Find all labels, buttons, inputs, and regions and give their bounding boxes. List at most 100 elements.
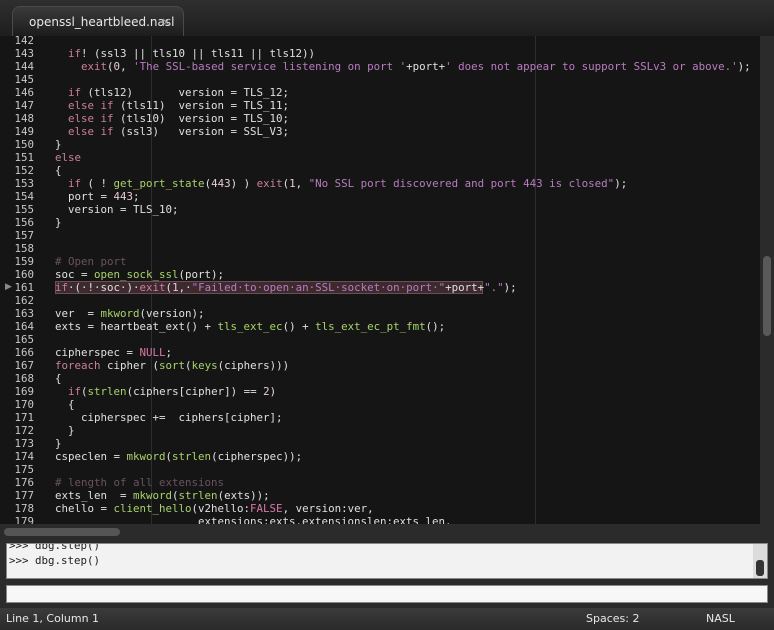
code-token: (); bbox=[425, 320, 446, 333]
line-number: 171 bbox=[14, 411, 34, 424]
line-number: 177 bbox=[14, 489, 34, 502]
line-number: 157 bbox=[14, 229, 34, 242]
code-token: exit bbox=[81, 60, 108, 73]
code-line[interactable]: else if (tls10) version = TLS_10; bbox=[55, 112, 289, 125]
code-token: "Failed·to·open·an·SSL·socket·on·port·" bbox=[191, 281, 446, 294]
code-line[interactable]: cspeclen = mkword(strlen(cipherspec)); bbox=[55, 450, 302, 463]
code-line[interactable]: exts = heartbeat_ext() + tls_ext_ec() + … bbox=[55, 320, 445, 333]
tab-file[interactable]: openssl_heartbleed.nasl × bbox=[12, 6, 184, 36]
code-line[interactable]: extensions:exts,extensionslen:exts_len, bbox=[55, 515, 452, 524]
code-token: ); bbox=[503, 281, 517, 294]
code-line[interactable]: } bbox=[55, 216, 62, 229]
code-token: keys bbox=[191, 359, 218, 372]
code-line[interactable]: } bbox=[55, 424, 75, 437]
code-line[interactable]: port = 443; bbox=[55, 190, 140, 203]
code-line[interactable]: exts_len = mkword(strlen(exts)); bbox=[55, 489, 270, 502]
code-token: } bbox=[55, 138, 62, 151]
code-token: ver = bbox=[55, 307, 101, 320]
code-token: if bbox=[55, 47, 82, 60]
indentation-setting[interactable]: Spaces: 2 bbox=[586, 608, 639, 630]
code-token: () + bbox=[282, 320, 316, 333]
code-line[interactable]: else if (tls11) version = TLS_11; bbox=[55, 99, 289, 112]
line-number: 148 bbox=[14, 112, 34, 125]
code-token: () + bbox=[185, 320, 218, 333]
code-line[interactable]: else bbox=[55, 151, 81, 164]
line-number: 173 bbox=[14, 437, 34, 450]
close-icon[interactable]: × bbox=[161, 7, 171, 37]
code-token: strlen bbox=[172, 450, 212, 463]
code-line[interactable]: if(strlen(ciphers[cipher]) == 2) bbox=[55, 385, 276, 398]
code-line[interactable]: if ( ! get_port_state(443) ) exit(1, "No… bbox=[55, 177, 627, 190]
code-token: (exts)); bbox=[217, 489, 270, 502]
code-token: ' does not appear to support SSLv3 or ab… bbox=[445, 60, 738, 73]
code-token: ; bbox=[133, 190, 140, 203]
code-token: else if bbox=[68, 125, 114, 138]
code-line[interactable]: exit(0, 'The SSL-based service listening… bbox=[55, 60, 751, 73]
code-line[interactable]: ver = mkword(version); bbox=[55, 307, 205, 320]
code-line[interactable]: cipherspec += ciphers[cipher]; bbox=[55, 411, 283, 424]
line-number: 156 bbox=[14, 216, 34, 229]
code-token: NULL bbox=[139, 346, 166, 359]
line-number: 167 bbox=[14, 359, 34, 372]
current-line-marker-icon: ▶ bbox=[5, 282, 12, 292]
line-number: 146 bbox=[14, 86, 34, 99]
code-line[interactable]: foreach cipher (sort(keys(ciphers))) bbox=[55, 359, 289, 372]
code-token: } bbox=[55, 437, 62, 450]
code-line[interactable]: if·(·!·soc·)·exit(1,·"Failed·to·open·an·… bbox=[55, 281, 517, 294]
line-number: 143 bbox=[14, 47, 34, 60]
code-token: (ciphers))) bbox=[217, 359, 290, 372]
line-number: 159 bbox=[14, 255, 34, 268]
code-token: if bbox=[68, 385, 82, 398]
console-scroll-thumb[interactable] bbox=[756, 560, 764, 576]
code-token: , bbox=[120, 60, 134, 73]
code-token: (ciphers[cipher]) == bbox=[126, 385, 264, 398]
code-line[interactable]: else if (ssl3) version = SSL_V3; bbox=[55, 125, 289, 138]
code-token: (cipherspec)); bbox=[211, 450, 303, 463]
code-line[interactable]: { bbox=[55, 398, 75, 411]
code-line[interactable]: version = TLS_10; bbox=[55, 203, 179, 216]
line-number: 162 bbox=[14, 294, 34, 307]
code-line[interactable]: } bbox=[55, 138, 62, 151]
code-token: "No SSL port discovered and port 443 is … bbox=[308, 177, 615, 190]
code-line[interactable]: if (tls12) version = TLS_12; bbox=[55, 86, 289, 99]
horizontal-scrollbar[interactable] bbox=[0, 524, 774, 540]
code-line[interactable]: chello = client_hello(v2hello:FALSE, ver… bbox=[55, 502, 374, 515]
code-token: if bbox=[55, 281, 69, 294]
code-token: client_hello bbox=[113, 502, 192, 515]
code-area[interactable]: if! (ssl3 || tls10 || tls11 || tls12)) e… bbox=[55, 36, 760, 524]
line-number: 174 bbox=[14, 450, 34, 463]
line-number: 178 bbox=[14, 502, 34, 515]
code-token: cspeclen = bbox=[55, 450, 127, 463]
code-line[interactable]: soc = open_sock_ssl(port); bbox=[55, 268, 224, 281]
code-line[interactable]: # Open port bbox=[55, 255, 127, 268]
vertical-scrollbar[interactable] bbox=[760, 36, 774, 524]
code-token: 443 bbox=[113, 190, 134, 203]
code-line[interactable]: { bbox=[55, 372, 62, 385]
line-number: 150 bbox=[14, 138, 34, 151]
console-input[interactable] bbox=[6, 585, 768, 603]
code-token: extensions:exts,extensionslen:exts_len, bbox=[55, 515, 452, 524]
code-line[interactable]: { bbox=[55, 164, 62, 177]
syntax-mode[interactable]: NASL bbox=[706, 608, 735, 630]
console-scrollbar[interactable] bbox=[753, 544, 767, 578]
tab-title: openssl_heartbleed.nasl bbox=[29, 15, 175, 29]
code-line[interactable]: # length of all extensions bbox=[55, 476, 224, 489]
code-line[interactable]: if! (ssl3 || tls10 || tls11 || tls12)) bbox=[55, 47, 315, 60]
code-editor[interactable]: 142 143 144 145 146 147 148 149 150 151 152 153 154 1… bbox=[0, 36, 760, 524]
code-token: 443 bbox=[211, 177, 231, 190]
horizontal-scroll-thumb[interactable] bbox=[4, 528, 120, 536]
code-line[interactable]: cipherspec = NULL; bbox=[55, 346, 172, 359]
line-number: 145 bbox=[14, 73, 34, 86]
code-token: ); bbox=[614, 177, 628, 190]
code-token: "." bbox=[484, 281, 504, 294]
vertical-scroll-thumb[interactable] bbox=[763, 256, 771, 336]
code-line[interactable]: } bbox=[55, 437, 62, 450]
code-token: # Open port bbox=[55, 255, 127, 268]
line-number: 149 bbox=[14, 125, 34, 138]
code-token: ,· bbox=[178, 281, 192, 294]
code-token: sort bbox=[159, 359, 186, 372]
